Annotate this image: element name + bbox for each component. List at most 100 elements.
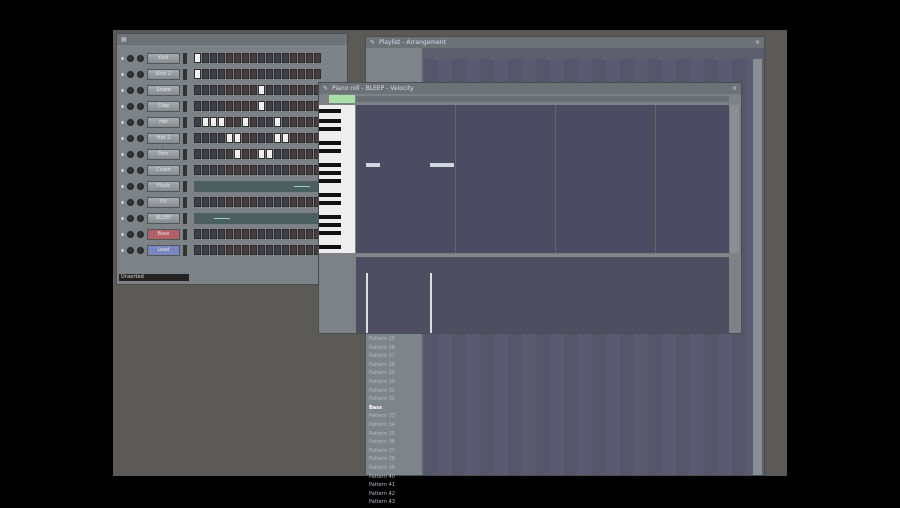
step-button[interactable] bbox=[226, 85, 233, 95]
pattern-item[interactable]: Pattern 33 bbox=[366, 413, 422, 422]
step-button[interactable] bbox=[266, 149, 273, 159]
step-button[interactable] bbox=[258, 69, 265, 79]
pattern-item[interactable]: Bass bbox=[366, 405, 422, 414]
note[interactable] bbox=[366, 163, 380, 167]
step-button[interactable] bbox=[202, 133, 209, 143]
step-button[interactable] bbox=[234, 149, 241, 159]
step-button[interactable] bbox=[306, 85, 313, 95]
step-button[interactable] bbox=[210, 197, 217, 207]
step-button[interactable] bbox=[218, 101, 225, 111]
pattern-item[interactable]: Pattern 32 bbox=[366, 396, 422, 405]
step-button[interactable] bbox=[202, 101, 209, 111]
step-button[interactable] bbox=[274, 245, 281, 255]
step-button[interactable] bbox=[314, 53, 321, 63]
step-button[interactable] bbox=[242, 101, 249, 111]
step-button[interactable] bbox=[298, 53, 305, 63]
step-button[interactable] bbox=[202, 165, 209, 175]
step-button[interactable] bbox=[298, 133, 305, 143]
step-button[interactable] bbox=[218, 117, 225, 127]
step-button[interactable] bbox=[282, 101, 289, 111]
channel-button[interactable]: Crash bbox=[147, 164, 180, 176]
black-key[interactable] bbox=[319, 231, 341, 235]
volume-knob[interactable] bbox=[137, 198, 144, 206]
step-button[interactable] bbox=[258, 117, 265, 127]
step-button[interactable] bbox=[266, 53, 273, 63]
step-button[interactable] bbox=[226, 117, 233, 127]
step-button[interactable] bbox=[194, 133, 201, 143]
channel-select[interactable] bbox=[183, 180, 187, 192]
step-button[interactable] bbox=[282, 133, 289, 143]
pattern-item[interactable]: Pattern 26 bbox=[366, 345, 422, 354]
step-button[interactable] bbox=[194, 53, 201, 63]
step-button[interactable] bbox=[218, 53, 225, 63]
velocity-lane[interactable] bbox=[356, 255, 729, 333]
pan-knob[interactable] bbox=[127, 118, 134, 126]
mute-led[interactable] bbox=[121, 56, 124, 60]
channel-select[interactable] bbox=[183, 116, 187, 128]
step-button[interactable] bbox=[250, 229, 257, 239]
velocity-bar[interactable] bbox=[430, 273, 432, 333]
step-button[interactable] bbox=[258, 229, 265, 239]
step-button[interactable] bbox=[250, 85, 257, 95]
step-button[interactable] bbox=[242, 85, 249, 95]
step-button[interactable] bbox=[274, 85, 281, 95]
step-button[interactable] bbox=[298, 229, 305, 239]
step-button[interactable] bbox=[210, 133, 217, 143]
pattern-item[interactable]: Pattern 31 bbox=[366, 388, 422, 397]
mute-led[interactable] bbox=[121, 72, 124, 76]
step-button[interactable] bbox=[298, 69, 305, 79]
step-button[interactable] bbox=[242, 133, 249, 143]
channel-select[interactable] bbox=[183, 212, 187, 224]
preset-selector[interactable]: Unsorted bbox=[119, 274, 189, 281]
step-button[interactable] bbox=[250, 133, 257, 143]
black-key[interactable] bbox=[319, 215, 341, 219]
step-button[interactable] bbox=[282, 165, 289, 175]
step-button[interactable] bbox=[218, 85, 225, 95]
step-button[interactable] bbox=[226, 197, 233, 207]
black-key[interactable] bbox=[319, 179, 341, 183]
step-button[interactable] bbox=[234, 245, 241, 255]
volume-knob[interactable] bbox=[137, 182, 144, 190]
step-button[interactable] bbox=[194, 165, 201, 175]
step-button[interactable] bbox=[298, 165, 305, 175]
channel-button[interactable]: Lead bbox=[147, 244, 180, 256]
step-button[interactable] bbox=[250, 117, 257, 127]
step-button[interactable] bbox=[194, 69, 201, 79]
step-button[interactable] bbox=[282, 53, 289, 63]
step-button[interactable] bbox=[250, 149, 257, 159]
step-button[interactable] bbox=[290, 229, 297, 239]
channel-select[interactable] bbox=[183, 68, 187, 80]
step-button[interactable] bbox=[234, 85, 241, 95]
step-button[interactable] bbox=[258, 245, 265, 255]
channel-button[interactable]: Kick 2 bbox=[147, 68, 180, 80]
pan-knob[interactable] bbox=[127, 150, 134, 158]
step-button[interactable] bbox=[218, 165, 225, 175]
step-button[interactable] bbox=[258, 53, 265, 63]
playlist-titlebar[interactable]: ✎ Playlist - Arrangement × bbox=[366, 37, 764, 48]
step-button[interactable] bbox=[274, 53, 281, 63]
step-button[interactable] bbox=[266, 101, 273, 111]
black-key[interactable] bbox=[319, 163, 341, 167]
pattern-item[interactable]: Pattern 34 bbox=[366, 422, 422, 431]
step-button[interactable] bbox=[226, 165, 233, 175]
step-button[interactable] bbox=[266, 197, 273, 207]
step-button[interactable] bbox=[210, 149, 217, 159]
step-button[interactable] bbox=[210, 229, 217, 239]
mute-led[interactable] bbox=[121, 248, 124, 252]
step-button[interactable] bbox=[242, 229, 249, 239]
volume-knob[interactable] bbox=[137, 230, 144, 238]
step-button[interactable] bbox=[202, 149, 209, 159]
step-button[interactable] bbox=[226, 149, 233, 159]
step-button[interactable] bbox=[282, 229, 289, 239]
step-button[interactable] bbox=[282, 117, 289, 127]
step-button[interactable] bbox=[234, 165, 241, 175]
step-button[interactable] bbox=[298, 85, 305, 95]
step-button[interactable] bbox=[290, 101, 297, 111]
black-key[interactable] bbox=[319, 245, 341, 249]
step-button[interactable] bbox=[290, 149, 297, 159]
piano-roll-titlebar[interactable]: ✎ Piano roll - BLEEP - Velocity × bbox=[319, 83, 741, 94]
step-button[interactable] bbox=[194, 149, 201, 159]
step-button[interactable] bbox=[274, 69, 281, 79]
channel-select[interactable] bbox=[183, 132, 187, 144]
black-key[interactable] bbox=[319, 127, 341, 131]
